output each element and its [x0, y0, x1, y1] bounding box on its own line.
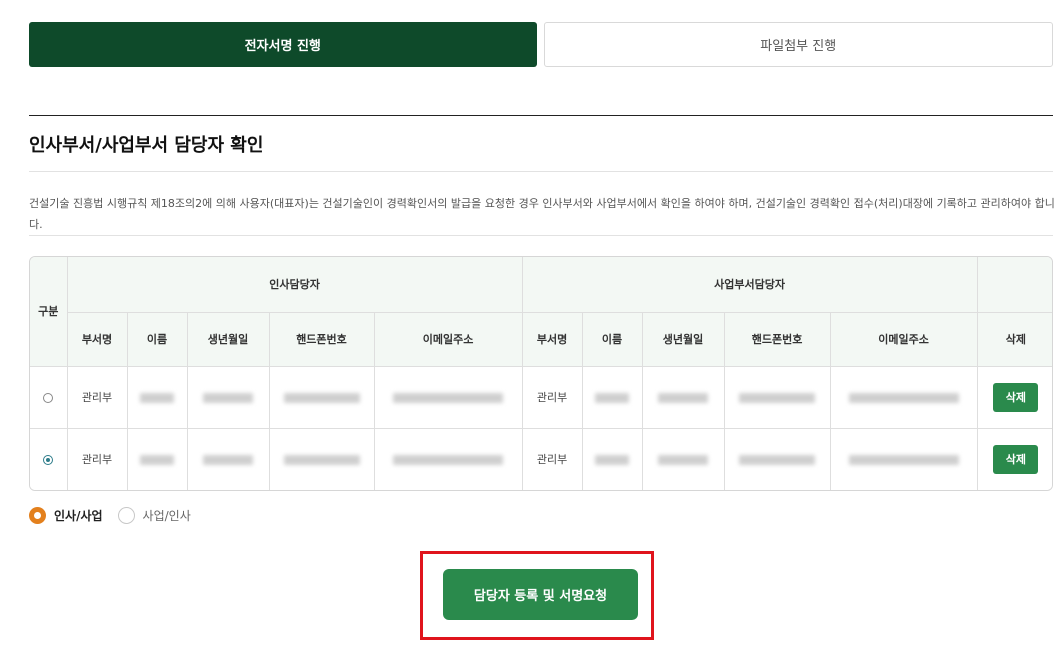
table-row: 관리부 관리부 삭제	[30, 428, 1052, 490]
row-select-radio[interactable]	[43, 454, 54, 465]
hr-dept-cell: 관리부	[67, 428, 128, 490]
order-option-hr-first[interactable]: 인사/사업	[29, 507, 103, 524]
row-select-radio[interactable]	[43, 392, 54, 403]
radio-selected-icon[interactable]	[29, 507, 46, 524]
mode-tabs: 전자서명 진행 파일첨부 진행	[29, 22, 1053, 67]
redacted-phone	[739, 454, 816, 465]
section-title: 인사부서/사업부서 담당자 확인	[29, 135, 264, 156]
biz-dept-cell: 관리부	[522, 428, 583, 490]
redacted-phone	[739, 392, 816, 403]
redacted-email	[848, 454, 959, 465]
biz-dept-cell: 관리부	[522, 366, 583, 429]
order-label-biz-first: 사업/인사	[142, 509, 191, 523]
radio-unselected-icon[interactable]	[117, 507, 135, 524]
section-divider	[29, 115, 1053, 116]
col-header-hr-dept: 부서명	[67, 312, 128, 367]
redacted-name	[140, 454, 174, 465]
register-and-request-sign-button[interactable]: 담당자 등록 및 서명요청	[443, 569, 638, 620]
group-header-hr: 인사담당자	[67, 257, 523, 313]
delete-button[interactable]: 삭제	[993, 382, 1039, 412]
col-header-hr-phone: 핸드폰번호	[269, 312, 375, 367]
tab-file-attach[interactable]: 파일첨부 진행	[543, 22, 1053, 67]
manager-table: 구분 인사담당자 사업부서담당자 부서명 이름 생년월일 핸드폰번호 이메일주소…	[29, 256, 1053, 491]
hr-dept-cell: 관리부	[67, 366, 128, 429]
redacted-birth	[203, 454, 253, 465]
order-label-hr-first: 인사/사업	[54, 509, 103, 523]
redacted-email	[393, 454, 504, 465]
col-header-hr-name: 이름	[127, 312, 188, 367]
order-radio-group: 인사/사업 사업/인사	[29, 507, 206, 524]
title-divider	[29, 171, 1053, 172]
col-header-biz-name: 이름	[582, 312, 643, 367]
redacted-birth	[203, 392, 253, 403]
redacted-email	[393, 392, 504, 403]
redacted-phone	[283, 392, 360, 403]
table-row: 관리부 관리부 삭제	[30, 366, 1052, 429]
delete-button[interactable]: 삭제	[993, 444, 1039, 474]
col-header-delete: 삭제	[977, 312, 1052, 367]
col-header-hr-birth: 생년월일	[187, 312, 270, 367]
col-header-hr-email: 이메일주소	[374, 312, 523, 367]
col-category-header: 구분	[30, 257, 68, 367]
header-blank	[977, 257, 1052, 313]
col-header-biz-birth: 생년월일	[642, 312, 725, 367]
redacted-email	[848, 392, 959, 403]
tab-esign[interactable]: 전자서명 진행	[29, 22, 537, 67]
redacted-name	[595, 392, 630, 403]
order-option-biz-first[interactable]: 사업/인사	[117, 507, 191, 524]
redacted-phone	[283, 454, 360, 465]
section-description: 건설기술 진흥법 시행규칙 제18조의2에 의해 사용자(대표자)는 건설기술인…	[29, 197, 1055, 231]
redacted-name	[140, 392, 174, 403]
col-header-biz-email: 이메일주소	[830, 312, 978, 367]
group-header-biz: 사업부서담당자	[522, 257, 978, 313]
redacted-name	[595, 454, 630, 465]
redacted-birth	[658, 392, 709, 403]
col-header-biz-phone: 핸드폰번호	[724, 312, 831, 367]
col-header-biz-dept: 부서명	[522, 312, 583, 367]
description-divider	[29, 235, 1053, 236]
redacted-birth	[658, 454, 709, 465]
